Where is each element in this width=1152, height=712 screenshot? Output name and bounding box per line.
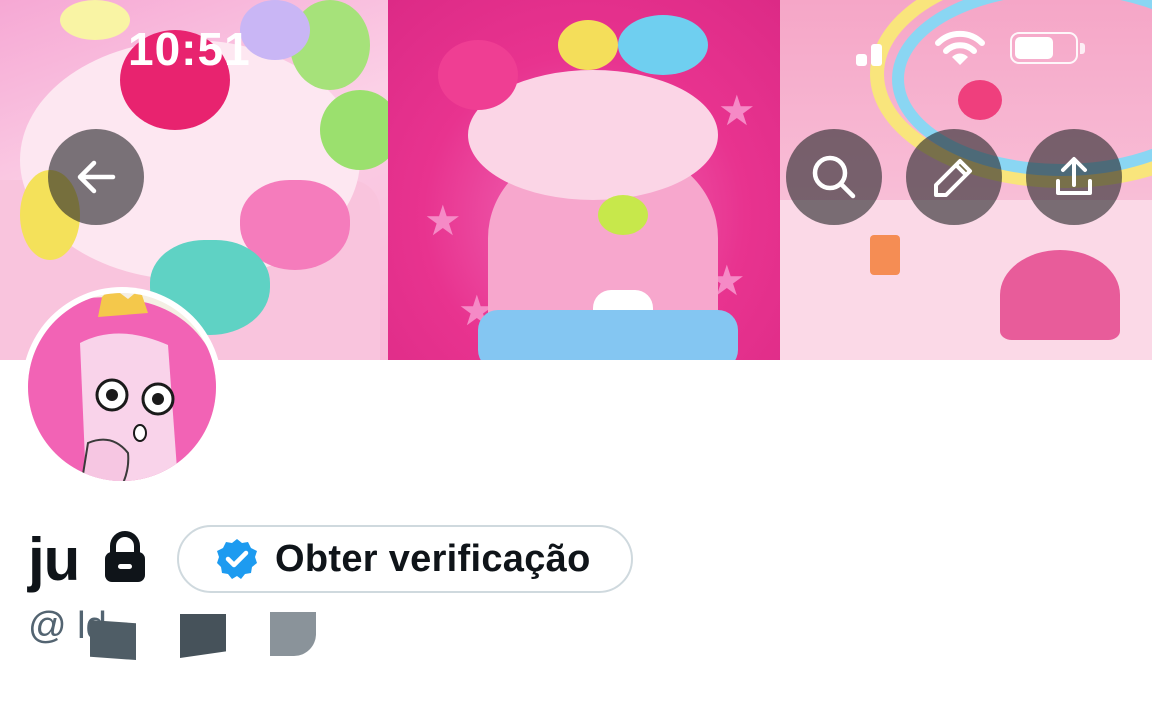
get-verified-button[interactable]: Obter verificação — [177, 525, 633, 593]
search-button[interactable] — [786, 129, 882, 225]
get-verified-label: Obter verificação — [275, 537, 591, 580]
battery-icon — [1010, 30, 1086, 66]
avatar-image — [28, 293, 216, 481]
profile-avatar[interactable] — [22, 287, 222, 487]
pencil-icon — [934, 159, 972, 197]
lock-icon — [102, 530, 148, 586]
redaction-block — [180, 614, 226, 658]
arrow-left-icon — [77, 160, 116, 194]
display-name: ju — [28, 526, 80, 593]
redaction-block — [90, 620, 136, 660]
verified-badge-icon — [217, 539, 257, 579]
banner-image-milkshake: ★ ★ ★ ★ — [388, 0, 780, 360]
back-button[interactable] — [48, 129, 144, 225]
wifi-icon — [934, 30, 986, 66]
cellular-signal-icon — [856, 30, 886, 66]
status-time: 10:51 — [128, 23, 251, 75]
share-upload-icon — [1056, 157, 1092, 195]
redaction-block — [270, 612, 316, 656]
share-button[interactable] — [1026, 129, 1122, 225]
edit-button[interactable] — [906, 129, 1002, 225]
search-icon — [812, 155, 856, 199]
